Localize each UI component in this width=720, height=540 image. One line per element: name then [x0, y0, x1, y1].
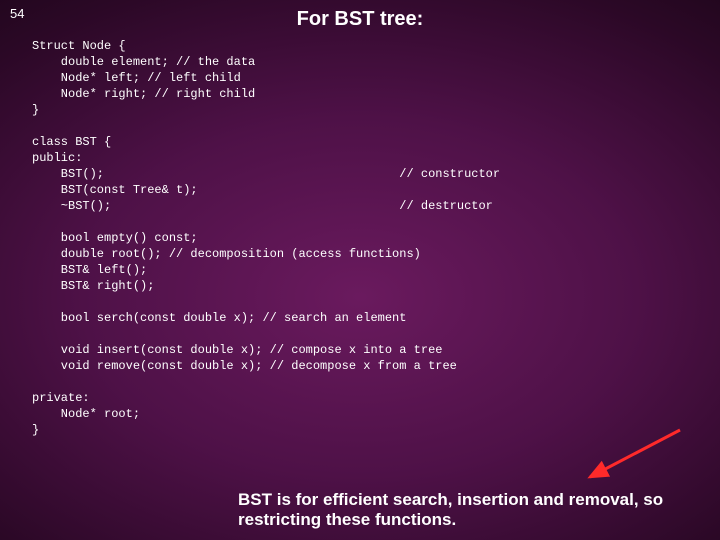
code-block: Struct Node { double element; // the dat…: [32, 38, 500, 438]
footnote-text: BST is for efficient search, insertion a…: [238, 490, 708, 530]
slide-title: For BST tree:: [0, 8, 720, 31]
slide: 54 For BST tree: Struct Node { double el…: [0, 0, 720, 540]
annotation-arrow: [570, 425, 690, 485]
